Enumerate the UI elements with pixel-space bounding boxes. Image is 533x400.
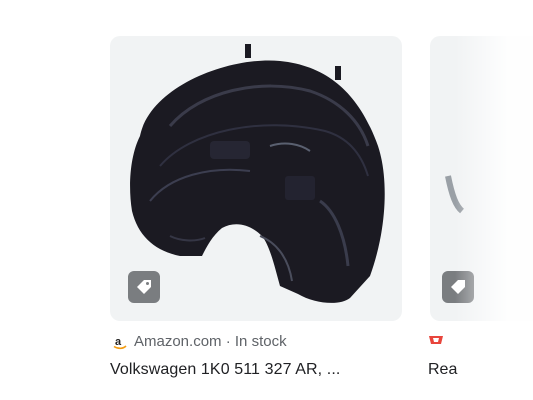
availability-status: In stock bbox=[234, 333, 287, 350]
next-result-title[interactable]: Rea bbox=[428, 361, 457, 379]
product-image-card[interactable] bbox=[110, 36, 402, 321]
scroll-fade-overlay bbox=[455, 0, 533, 400]
tag-icon[interactable] bbox=[128, 271, 160, 303]
tag-glyph bbox=[137, 280, 151, 294]
next-result-source[interactable] bbox=[428, 333, 444, 347]
result-source[interactable]: a Amazon.com · In stock bbox=[112, 333, 287, 350]
source-separator: · bbox=[221, 333, 235, 350]
source-name: Amazon.com bbox=[134, 333, 222, 350]
store-logo-icon bbox=[429, 336, 443, 344]
svg-text:a: a bbox=[115, 336, 122, 348]
amazon-logo-icon: a bbox=[113, 336, 127, 349]
result-title[interactable]: Volkswagen 1K0 511 327 AR, ... bbox=[110, 361, 340, 379]
